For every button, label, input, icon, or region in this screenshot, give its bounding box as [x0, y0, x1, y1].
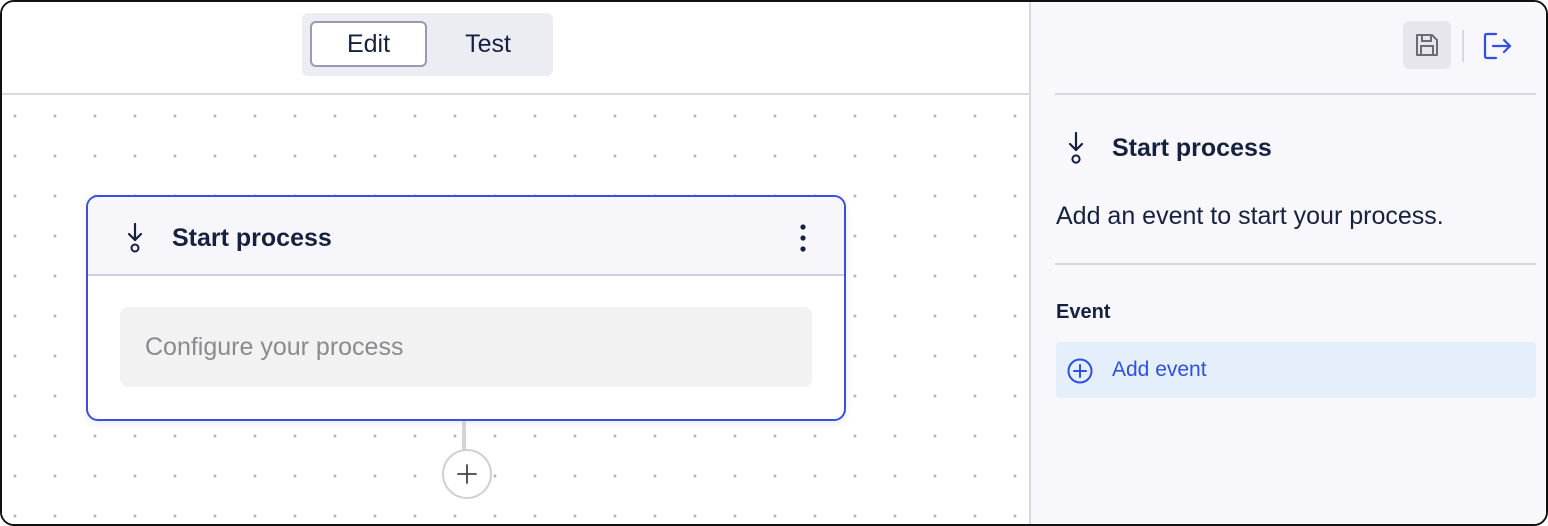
builder-area: Edit Test Start process Configure your p… — [2, 2, 1031, 524]
event-section-label: Event — [1056, 301, 1111, 323]
app-window: Edit Test Start process Configure your p… — [0, 0, 1548, 526]
panel-title: Start process — [1112, 134, 1272, 162]
add-event-button[interactable]: Add event — [1056, 342, 1536, 398]
test-mode-button[interactable]: Test — [430, 21, 546, 67]
mode-switch: Edit Test — [302, 13, 553, 76]
edit-mode-button[interactable]: Edit — [310, 21, 427, 67]
plus-circle-icon — [1067, 358, 1093, 384]
start-arrow-icon — [1068, 131, 1084, 164]
exit-icon[interactable] — [1481, 29, 1515, 63]
workflow-canvas[interactable]: Start process Configure your process — [2, 95, 1029, 524]
start-arrow-icon — [127, 222, 143, 253]
configure-process-field[interactable]: Configure your process — [120, 307, 812, 387]
panel-description: Add an event to start your process. — [1056, 202, 1444, 230]
panel-divider — [1055, 263, 1536, 265]
plus-icon — [457, 464, 477, 484]
node-title: Start process — [172, 224, 332, 252]
panel-divider — [1055, 93, 1536, 95]
add-event-label: Add event — [1112, 358, 1207, 381]
canvas-toolbar: Edit Test — [2, 2, 1029, 95]
add-step-button[interactable] — [442, 449, 492, 499]
kebab-menu-icon[interactable] — [794, 222, 812, 254]
toolbar-divider — [1462, 30, 1464, 62]
start-process-node[interactable]: Start process Configure your process — [86, 195, 846, 421]
properties-panel: Start process Add an event to start your… — [1031, 2, 1546, 524]
save-icon — [1416, 34, 1438, 56]
node-header: Start process — [88, 197, 844, 276]
node-connector — [462, 421, 466, 451]
save-button[interactable] — [1403, 21, 1451, 69]
